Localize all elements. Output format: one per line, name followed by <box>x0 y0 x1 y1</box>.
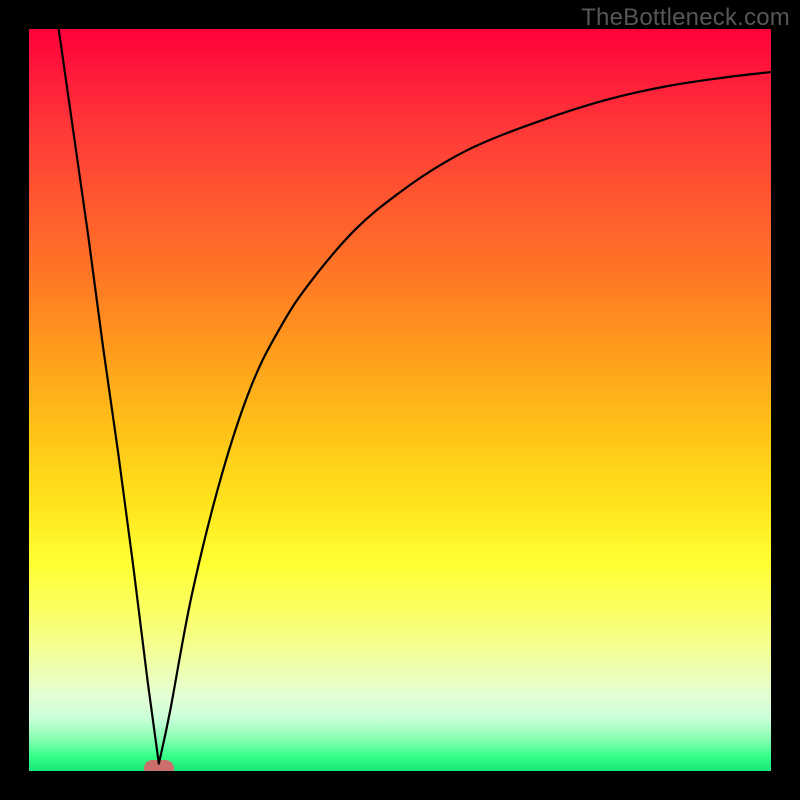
chart-frame: TheBottleneck.com <box>0 0 800 800</box>
bottleneck-curve <box>29 29 771 771</box>
watermark-text: TheBottleneck.com <box>581 4 790 32</box>
plot-area <box>29 29 771 771</box>
